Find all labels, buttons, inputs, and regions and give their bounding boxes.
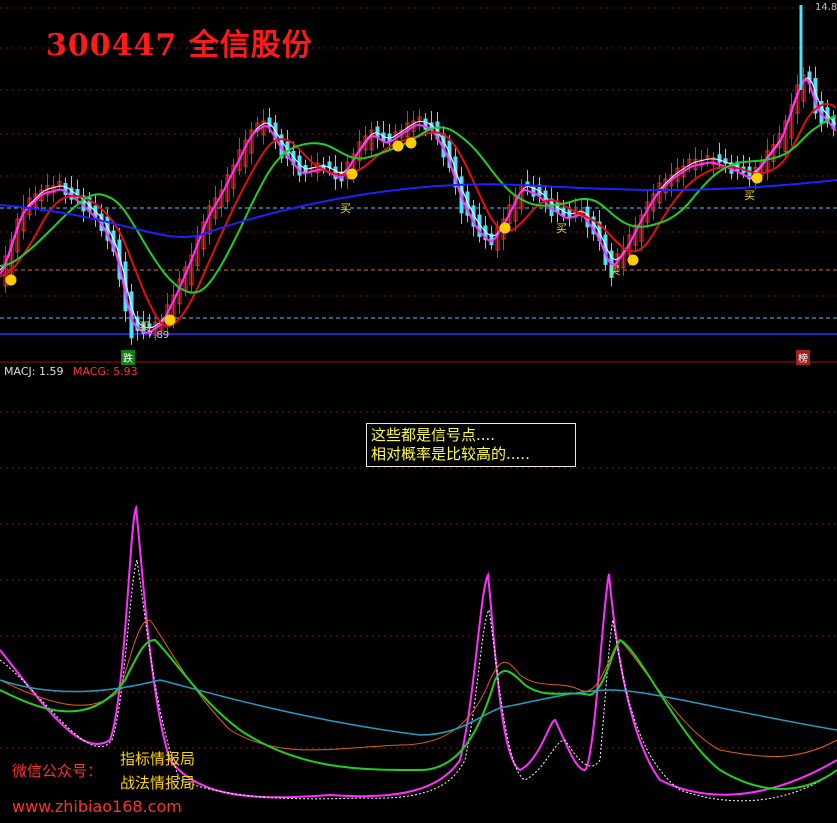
- indicator-value-1: 1.59: [38, 365, 64, 378]
- buy-tag: 买: [744, 189, 755, 202]
- buy-tag: 买: [340, 202, 351, 215]
- indicator-name-2: MACG:: [72, 365, 110, 378]
- buy-tag: 买: [609, 264, 620, 277]
- signal-dot: [346, 168, 358, 180]
- annotation-box: 这些都是信号点.... 相对概率是比较高的.....: [366, 423, 576, 467]
- signal-dot: [392, 140, 404, 152]
- buy-tag: 买: [556, 222, 567, 235]
- annotation-line-2: 相对概率是比较高的.....: [371, 445, 530, 463]
- indicator-value-2: 5.93: [113, 365, 138, 378]
- annotation-line-1: 这些都是信号点....: [371, 426, 496, 444]
- signal-dot: [405, 137, 417, 149]
- high-price-label: 14.8: [815, 2, 837, 13]
- osc-cyan-line: [0, 679, 837, 736]
- stock-chart-canvas[interactable]: [0, 0, 837, 823]
- candle-body: [717, 154, 722, 163]
- down-badge: 跌: [121, 350, 135, 365]
- signal-dot: [627, 254, 639, 266]
- indicator-name-1: MACJ:: [4, 365, 36, 378]
- watermark-wechat: 微信公众号：: [12, 762, 103, 780]
- blue-line: [0, 179, 837, 239]
- list-badge: 榜: [796, 350, 810, 365]
- signal-dot: [164, 314, 176, 326]
- watermark-account-2: 战法情报局: [120, 774, 196, 792]
- watermark-account-1: 指标情报局: [120, 750, 196, 768]
- low-price-label: 7.89: [147, 330, 170, 341]
- signal-dot: [499, 222, 511, 234]
- buy-tag: 买: [139, 320, 150, 333]
- watermark-site: www.zhibiao168.com: [12, 797, 182, 816]
- signal-dot: [5, 274, 17, 286]
- signal-dot: [751, 172, 763, 184]
- stock-title: 300447 全信股份: [46, 28, 313, 63]
- indicator-legend: MACJ: 1.59 MACG: 5.93: [4, 365, 138, 378]
- osc-orange-line: [0, 619, 837, 758]
- candle-body: [267, 117, 272, 128]
- candlesticks: [3, 66, 836, 345]
